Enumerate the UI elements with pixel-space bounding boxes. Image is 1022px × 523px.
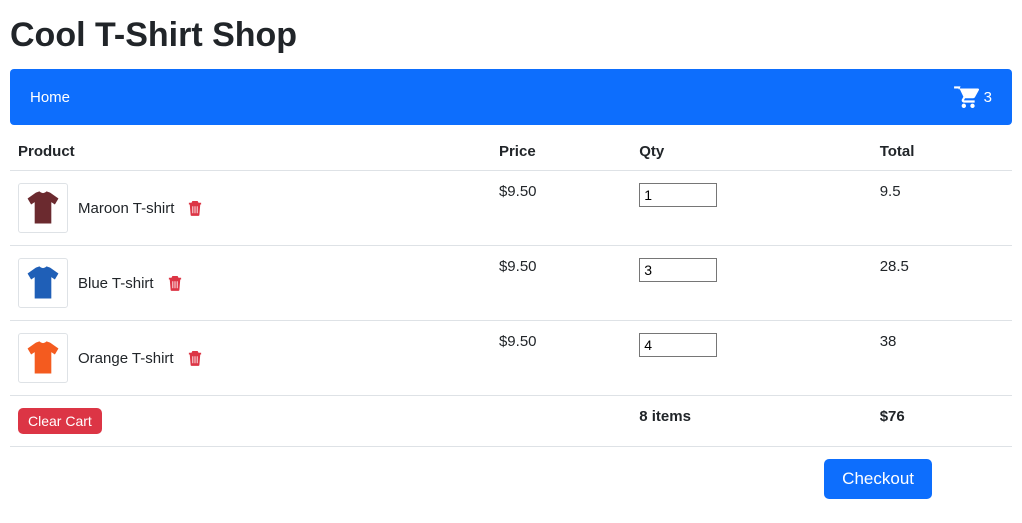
- cart-count: 3: [984, 89, 992, 106]
- line-total: 38: [872, 321, 1012, 396]
- table-row: Blue T-shirt $9.50 28.5: [10, 246, 1012, 321]
- summary-total: $76: [872, 396, 1012, 447]
- table-row: Maroon T-shirt $9.50 9.5: [10, 171, 1012, 246]
- product-price: $9.50: [491, 321, 631, 396]
- qty-input[interactable]: [639, 333, 717, 357]
- line-total: 9.5: [872, 171, 1012, 246]
- cart-button[interactable]: 3: [953, 82, 992, 113]
- th-product: Product: [10, 133, 491, 171]
- line-total: 28.5: [872, 246, 1012, 321]
- product-price: $9.50: [491, 171, 631, 246]
- th-qty: Qty: [631, 133, 871, 171]
- qty-input[interactable]: [639, 258, 717, 282]
- page-title: Cool T-Shirt Shop: [10, 16, 1012, 55]
- trash-icon[interactable]: [188, 350, 202, 366]
- trash-icon[interactable]: [168, 275, 182, 291]
- qty-input[interactable]: [639, 183, 717, 207]
- table-row: Orange T-shirt $9.50 38: [10, 321, 1012, 396]
- product-name: Orange T-shirt: [78, 350, 174, 367]
- checkout-button[interactable]: Checkout: [824, 459, 932, 499]
- trash-icon[interactable]: [188, 200, 202, 216]
- cart-table: Product Price Qty Total Maroon T-shirt $9…: [10, 133, 1012, 447]
- clear-cart-button[interactable]: Clear Cart: [18, 408, 102, 434]
- product-thumb: [18, 333, 68, 383]
- cart-icon: [953, 82, 979, 113]
- th-total: Total: [872, 133, 1012, 171]
- product-name: Blue T-shirt: [78, 275, 154, 292]
- summary-items: 8 items: [631, 396, 871, 447]
- product-thumb: [18, 258, 68, 308]
- product-thumb: [18, 183, 68, 233]
- navbar: Home 3: [10, 69, 1012, 125]
- th-price: Price: [491, 133, 631, 171]
- nav-home[interactable]: Home: [30, 89, 70, 106]
- product-price: $9.50: [491, 246, 631, 321]
- product-name: Maroon T-shirt: [78, 200, 174, 217]
